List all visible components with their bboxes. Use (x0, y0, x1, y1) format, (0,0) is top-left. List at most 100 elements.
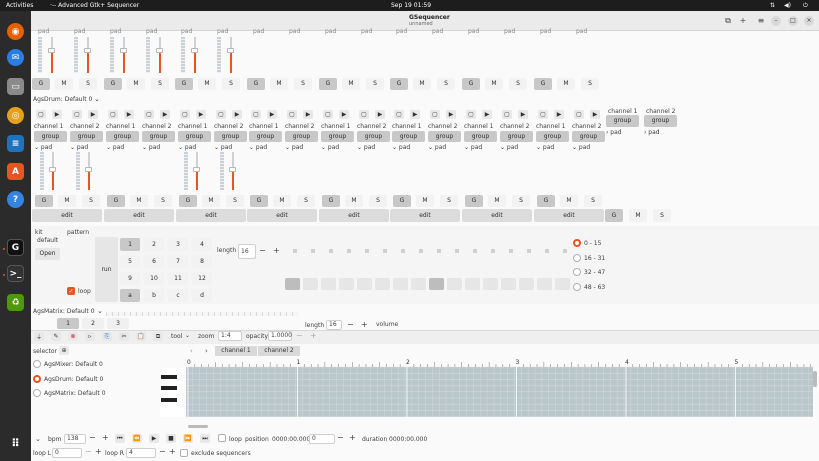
open-file-icon[interactable]: ▢ (72, 110, 82, 119)
rhythmbox-icon[interactable]: ◎ (7, 107, 24, 124)
open-file-icon[interactable]: ▢ (430, 110, 440, 119)
chevron-down-icon[interactable]: ⌄ (185, 332, 190, 339)
loop-r-plus[interactable]: + (169, 447, 176, 456)
pattern-index-button[interactable]: c (168, 289, 188, 302)
clear-icon[interactable]: ⊗ (68, 332, 78, 341)
volume-slider-knob[interactable] (120, 48, 127, 53)
machine-radio[interactable] (33, 360, 41, 368)
app-center-icon[interactable]: A (7, 163, 24, 180)
s-button[interactable]: S (512, 195, 530, 207)
s-button[interactable]: S (82, 195, 100, 207)
s-button[interactable]: S (509, 78, 527, 90)
maximize-icon[interactable]: □ (788, 16, 798, 26)
position-icon[interactable]: ⍊ (34, 332, 44, 341)
volume-slider-knob[interactable] (85, 167, 92, 172)
tab-prev-icon[interactable]: ‹ (190, 347, 193, 355)
loop-transport-checkbox[interactable] (218, 434, 226, 442)
offset-radio[interactable] (573, 253, 581, 262)
horizontal-scrollbar[interactable] (188, 425, 208, 428)
pattern-pad[interactable] (339, 278, 354, 290)
m-button[interactable]: M (342, 78, 360, 90)
vertical-scrollbar[interactable] (813, 371, 817, 387)
rewind-start-icon[interactable]: ⏮ (115, 434, 125, 443)
offset-radio[interactable] (573, 282, 581, 291)
play-icon[interactable]: ▶ (149, 434, 159, 443)
m-button[interactable]: M (273, 195, 291, 207)
pattern-index-button[interactable]: d (192, 289, 212, 302)
s-button[interactable]: S (366, 78, 384, 90)
pattern-pad[interactable] (501, 278, 516, 290)
edit-button[interactable]: edit (462, 209, 532, 222)
group-button[interactable]: group (500, 131, 533, 142)
machine-radio[interactable] (33, 374, 41, 383)
export-icon[interactable]: ⧉ (723, 16, 733, 26)
group-button[interactable]: group (357, 131, 390, 142)
paste-icon[interactable]: 📋 (136, 332, 146, 341)
play-icon[interactable]: ▶ (446, 110, 456, 119)
pattern-pad[interactable] (303, 278, 318, 290)
bpm-input[interactable]: 138 (64, 434, 86, 444)
bpm-plus[interactable]: + (102, 433, 109, 442)
s-button[interactable]: S (297, 195, 315, 207)
pattern-pad[interactable] (465, 278, 480, 290)
pattern-index-button[interactable]: 9 (120, 272, 140, 285)
matrix-index-3[interactable]: 3 (107, 318, 129, 329)
pattern-index-button[interactable]: 10 (144, 272, 164, 285)
group-button[interactable]: group (249, 131, 282, 142)
help-icon[interactable]: ? (7, 191, 24, 208)
group-button[interactable]: group (178, 131, 211, 142)
tool-menu[interactable]: tool (171, 333, 182, 340)
clock[interactable]: Sep 19 01:59 (391, 2, 431, 9)
opacity-plus[interactable]: + (310, 331, 317, 340)
zoom-select[interactable]: 1:4 (218, 331, 242, 341)
edit-button[interactable]: edit (247, 209, 317, 222)
position-plus[interactable]: + (349, 433, 356, 442)
pattern-pad[interactable] (375, 278, 390, 290)
loop-l-minus[interactable]: − (85, 447, 92, 456)
pattern-index-button[interactable]: 5 (120, 255, 140, 268)
rewind-icon[interactable]: ⏪ (132, 434, 142, 443)
pattern-pad[interactable] (483, 278, 498, 290)
chevron-down-icon[interactable]: ⌄ (97, 307, 103, 315)
pattern-pad[interactable] (321, 278, 336, 290)
play-icon[interactable]: ▶ (88, 110, 98, 119)
open-file-icon[interactable]: ▢ (108, 110, 118, 119)
mute-button[interactable]: G (537, 195, 555, 207)
volume-slider-knob[interactable] (191, 48, 198, 53)
position-minus[interactable]: − (337, 433, 344, 442)
activities-button[interactable]: Activities (6, 2, 33, 9)
pattern-index-button[interactable]: 11 (168, 272, 188, 285)
invert-icon[interactable]: ⧉ (153, 332, 163, 341)
group-button[interactable]: group (70, 131, 103, 142)
opacity-minus[interactable]: − (296, 331, 303, 340)
group-button[interactable]: group (34, 131, 67, 142)
loop-checkbox[interactable]: ✓ (67, 287, 75, 295)
drum-machine-title[interactable]: AgsDrum: Default 0 (33, 96, 92, 103)
output-mute-button[interactable]: G (605, 209, 623, 222)
m-button[interactable]: M (202, 195, 220, 207)
trash-icon[interactable]: ♻ (7, 294, 24, 311)
black-key[interactable] (161, 375, 177, 379)
network-icon[interactable]: ⇅ (770, 2, 775, 9)
pattern-pad[interactable] (447, 278, 462, 290)
mute-button[interactable]: G (35, 195, 53, 207)
open-file-icon[interactable]: ▢ (144, 110, 154, 119)
s-button[interactable]: S (222, 78, 240, 90)
edit-button[interactable]: edit (176, 209, 246, 222)
pattern-index-button[interactable]: 7 (168, 255, 188, 268)
output-s-button[interactable]: S (653, 209, 671, 222)
black-key[interactable] (161, 386, 177, 390)
length-input[interactable]: 16 (238, 244, 256, 259)
s-button[interactable]: S (79, 78, 97, 90)
machine-radio[interactable] (33, 389, 41, 397)
volume-slider-knob[interactable] (229, 167, 236, 172)
close-icon[interactable]: × (804, 16, 814, 26)
loop-l-input[interactable]: 0 (52, 448, 82, 458)
menu-icon[interactable]: ≡ (756, 16, 766, 26)
pattern-index-button[interactable]: 4 (192, 238, 212, 251)
m-button[interactable]: M (127, 78, 145, 90)
pattern-index-button[interactable]: 8 (192, 255, 212, 268)
matrix-length-input[interactable]: 16 (326, 320, 342, 330)
m-button[interactable]: M (55, 78, 73, 90)
volume-slider-knob[interactable] (49, 167, 56, 172)
